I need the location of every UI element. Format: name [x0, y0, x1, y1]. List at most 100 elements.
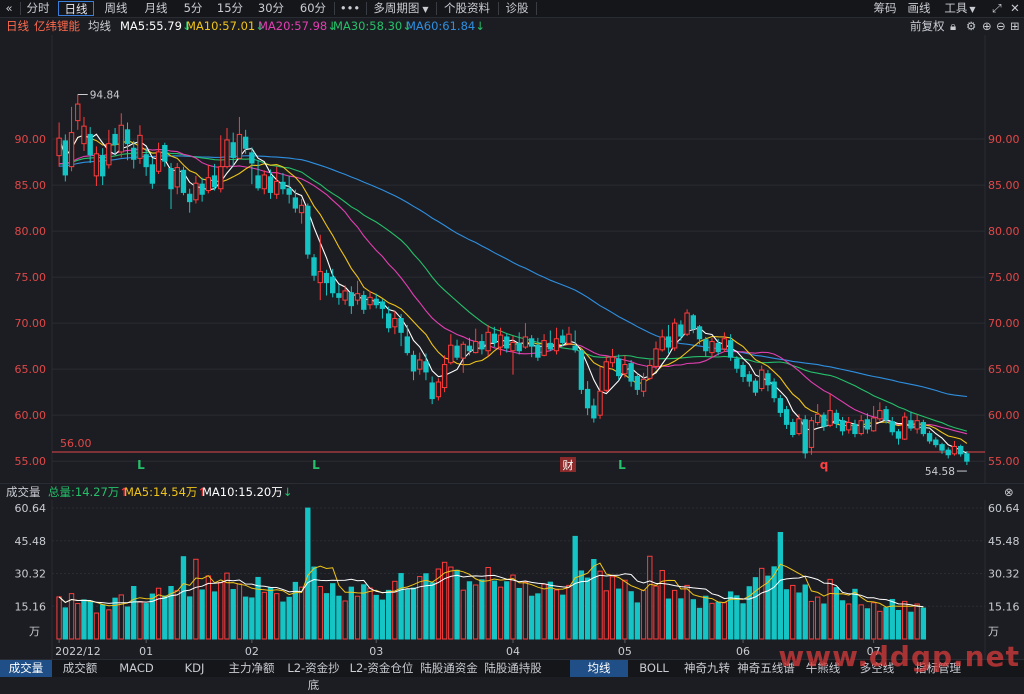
candle-body — [504, 336, 510, 349]
indicator-tab[interactable]: L2-资金抄底 — [282, 660, 345, 692]
settings-gear-icon[interactable]: ⚙ — [966, 17, 976, 35]
signal-marker: L — [618, 458, 626, 472]
adjust-label[interactable]: 前复权 — [910, 17, 945, 35]
volume-bar — [696, 607, 703, 640]
period-tab-30min[interactable]: 30分 — [254, 1, 288, 16]
indicator-tab[interactable]: L2-资金仓位 — [348, 660, 415, 677]
candle-body — [628, 363, 634, 382]
volume-bar — [920, 607, 927, 640]
candle-body — [715, 342, 721, 353]
price-candlestick-chart[interactable]: 90.00 85.00 80.00 75.00 70.00 65.00 60.00 55.00… — [0, 35, 1024, 483]
candle — [168, 162, 174, 209]
candle-body — [62, 140, 69, 176]
candle — [634, 373, 641, 395]
expand-icon[interactable]: ⊞ — [1010, 17, 1020, 35]
volume-bar — [883, 607, 889, 640]
indicator-tab[interactable]: MACD — [108, 660, 165, 677]
indicator-tab[interactable]: 主力净额 — [224, 660, 279, 677]
volume-bar — [180, 556, 187, 640]
diagnose-button[interactable]: 诊股 — [502, 1, 532, 16]
candle — [553, 327, 560, 355]
volume-bar — [833, 587, 839, 640]
period-tab-60min[interactable]: 60分 — [296, 1, 330, 16]
lock-icon[interactable]: 🔒︎ — [950, 17, 956, 35]
price-tick-left: 85.00 — [15, 179, 47, 192]
chip-button[interactable]: 筹码 — [870, 1, 900, 16]
volume-tick-right: 60.64 — [988, 502, 1020, 515]
volume-bar — [653, 585, 659, 640]
candle-body — [640, 378, 647, 392]
more-periods-button[interactable]: ••• — [338, 1, 362, 16]
candle — [112, 127, 118, 155]
x-tick-label: 04 — [506, 645, 520, 658]
indicator-tab[interactable]: 神奇九转 — [680, 660, 734, 677]
tools-label: 工具 — [944, 1, 968, 15]
period-tab-daily[interactable]: 日线 — [58, 1, 94, 16]
maximize-icon[interactable]: ⤢ — [990, 1, 1004, 16]
period-tab-15min[interactable]: 15分 — [214, 1, 246, 16]
candle — [218, 135, 224, 193]
candle — [323, 269, 330, 296]
indicator-tab[interactable]: KDJ — [168, 660, 221, 677]
candle — [155, 142, 162, 175]
volume-bar — [628, 591, 634, 640]
candle-body — [821, 414, 827, 427]
candle-body — [429, 382, 435, 400]
ma-label[interactable]: 均线 — [88, 17, 111, 35]
period-tab-intraday[interactable]: 分时 — [23, 1, 53, 16]
volume-tick-left: 15.16 — [15, 600, 47, 613]
volume-bar — [75, 603, 81, 640]
indicator-tab[interactable]: 成交量 — [0, 660, 52, 677]
candle-body — [124, 129, 131, 145]
candle-body — [566, 333, 572, 344]
indicator-tab[interactable]: 成交额 — [55, 660, 105, 677]
candle — [821, 412, 827, 431]
zoom-out-icon[interactable]: ⊖ — [996, 17, 1006, 35]
candle-body — [497, 334, 504, 348]
volume-bar — [336, 595, 342, 640]
volume-total: 总量:14.27万↑ — [48, 485, 129, 499]
candle-body — [155, 151, 162, 172]
candle — [435, 378, 442, 401]
draw-line-button[interactable]: 画线 — [904, 1, 934, 16]
indicator-tab[interactable]: 陆股通持股 — [482, 660, 544, 677]
period-tab-5min[interactable]: 5分 — [180, 1, 206, 16]
candle-body — [945, 449, 951, 456]
candle — [814, 404, 821, 426]
close-panel-icon[interactable]: ⊗ — [1004, 484, 1014, 501]
candle-body — [460, 343, 466, 359]
candle-body — [665, 336, 672, 348]
candle-body — [168, 167, 174, 190]
stock-profile-button[interactable]: 个股资料 — [441, 1, 493, 16]
volume-bar — [174, 590, 180, 640]
indicator-tab[interactable]: 陆股通资金 — [418, 660, 480, 677]
volume-bar — [124, 606, 131, 640]
volume-bar — [808, 600, 815, 640]
double-chevron-left-icon[interactable]: « — [2, 1, 16, 16]
candle — [622, 355, 628, 378]
candle — [715, 338, 721, 356]
candle — [224, 127, 230, 169]
candle — [205, 164, 212, 194]
candle-body — [864, 419, 871, 430]
period-tab-monthly[interactable]: 月线 — [139, 1, 173, 16]
volume-bar — [908, 611, 914, 640]
candle — [659, 329, 665, 352]
indicator-tab[interactable]: BOLL — [632, 660, 676, 677]
candle — [902, 412, 908, 441]
multi-period-dropdown[interactable]: 多周期图 ▼ — [370, 1, 432, 16]
candle-body — [385, 313, 392, 329]
candle — [765, 370, 771, 392]
period-tab-weekly[interactable]: 周线 — [99, 1, 133, 16]
candle-body — [696, 326, 703, 340]
close-icon[interactable]: ✕ — [1008, 1, 1022, 16]
candle — [771, 378, 777, 403]
volume-bar — [510, 574, 516, 640]
tools-dropdown[interactable]: 工具 ▼ — [940, 1, 980, 16]
volume-bar — [379, 599, 386, 640]
indicator-tab[interactable]: 均线 — [570, 660, 628, 677]
volume-bar — [895, 609, 902, 640]
volume-indicator-bar: 成交量 总量:14.27万↑ MA5:14.54万↑ MA10:15.20万↓ … — [0, 483, 1024, 501]
volume-bar-chart[interactable]: 60.64 60.64 45.48 45.48 30.32 30.32 15.16 15.16… — [0, 500, 1024, 659]
zoom-in-icon[interactable]: ⊕ — [982, 17, 992, 35]
